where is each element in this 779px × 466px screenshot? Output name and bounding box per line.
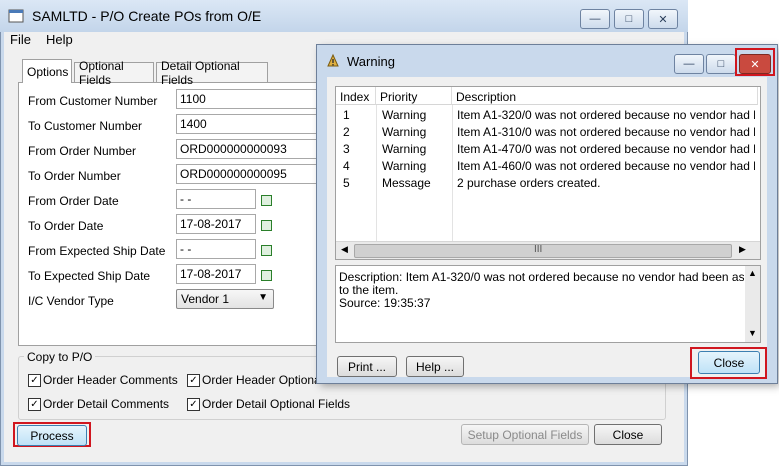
column-header-description[interactable]: Description bbox=[452, 87, 758, 105]
order-header-optional-label: Order Header Optional F bbox=[202, 373, 335, 387]
scroll-grip: III bbox=[534, 244, 543, 255]
close-icon: ✕ bbox=[658, 13, 668, 26]
order-detail-optional-checkbox[interactable]: ✓ bbox=[187, 398, 200, 411]
to-order-date-label: To Order Date bbox=[28, 219, 104, 233]
row-index: 3 bbox=[343, 142, 350, 156]
maximize-button[interactable]: □ bbox=[614, 9, 644, 29]
menu-help[interactable]: Help bbox=[46, 32, 73, 47]
warning-dialog-title: Warning bbox=[347, 54, 395, 69]
to-customer-field[interactable]: 1400 bbox=[176, 114, 326, 134]
maximize-icon: □ bbox=[625, 13, 633, 25]
vendor-type-label: I/C Vendor Type bbox=[28, 294, 114, 308]
maximize-icon: □ bbox=[717, 58, 725, 70]
row-priority: Warning bbox=[382, 142, 427, 156]
order-detail-comments-checkbox[interactable]: ✓ bbox=[28, 398, 41, 411]
row-index: 2 bbox=[343, 125, 350, 139]
from-ship-date-label: From Expected Ship Date bbox=[28, 244, 166, 258]
vendor-type-select[interactable]: Vendor 1 ▼ bbox=[176, 289, 274, 309]
scroll-left-icon[interactable]: ◀ bbox=[341, 244, 348, 255]
row-priority: Message bbox=[382, 176, 431, 190]
column-header-index[interactable]: Index bbox=[336, 87, 376, 105]
print-button[interactable]: Print ... bbox=[337, 356, 397, 377]
to-customer-label: To Customer Number bbox=[28, 119, 143, 133]
horizontal-scrollbar[interactable]: ◀ III ▶ bbox=[336, 241, 760, 259]
table-row[interactable]: 1 Warning Item A1-320/0 was not ordered … bbox=[336, 107, 760, 124]
row-priority: Warning bbox=[382, 159, 427, 173]
to-ship-date-label: To Expected Ship Date bbox=[28, 269, 151, 283]
calendar-icon[interactable] bbox=[261, 220, 272, 231]
order-header-comments-checkbox[interactable]: ✓ bbox=[28, 374, 41, 387]
column-header-priority[interactable]: Priority bbox=[376, 87, 452, 105]
minimize-icon: — bbox=[589, 13, 601, 25]
message-grid[interactable]: Index Priority Description 1 Warning Ite… bbox=[335, 86, 761, 260]
from-order-date-field[interactable]: - - bbox=[176, 189, 256, 209]
setup-optional-fields-button[interactable]: Setup Optional Fields bbox=[461, 424, 589, 445]
vendor-type-value: Vendor 1 bbox=[181, 292, 230, 306]
tab-options[interactable]: Options bbox=[22, 59, 72, 83]
from-order-date-label: From Order Date bbox=[28, 194, 119, 208]
minimize-icon: — bbox=[683, 58, 695, 70]
scroll-right-icon[interactable]: ▶ bbox=[739, 244, 746, 255]
copy-to-po-label: Copy to P/O bbox=[24, 350, 96, 364]
to-order-date-field[interactable]: 17-08-2017 bbox=[176, 214, 256, 234]
calendar-icon[interactable] bbox=[261, 270, 272, 281]
to-order-label: To Order Number bbox=[28, 169, 121, 183]
row-priority: Warning bbox=[382, 108, 427, 122]
order-detail-optional-label: Order Detail Optional Fields bbox=[202, 397, 351, 411]
to-order-field[interactable]: ORD000000000095 bbox=[176, 164, 326, 184]
maximize-button[interactable]: □ bbox=[706, 54, 736, 74]
row-index: 1 bbox=[343, 108, 350, 122]
help-button[interactable]: Help ... bbox=[406, 356, 464, 377]
calendar-icon[interactable] bbox=[261, 245, 272, 256]
from-ship-date-field[interactable]: - - bbox=[176, 239, 256, 259]
scroll-down-icon[interactable]: ▼ bbox=[748, 328, 757, 338]
main-window-title: SAMLTD - P/O Create POs from O/E bbox=[32, 8, 262, 24]
order-detail-comments-label: Order Detail Comments bbox=[43, 397, 170, 411]
highlight-box bbox=[735, 48, 775, 76]
table-row[interactable]: 2 Warning Item A1-310/0 was not ordered … bbox=[336, 124, 760, 141]
tab-detail-optional-fields[interactable]: Detail Optional Fields bbox=[156, 59, 268, 87]
scrollbar-thumb[interactable] bbox=[354, 244, 732, 258]
description-pane: Description: Item A1-320/0 was not order… bbox=[335, 265, 761, 343]
dialog-close-button[interactable]: Close bbox=[698, 351, 760, 374]
from-order-label: From Order Number bbox=[28, 144, 137, 158]
description-text: Description: Item A1-320/0 was not order… bbox=[339, 270, 744, 284]
row-description: Item A1-320/0 was not ordered because no… bbox=[457, 108, 755, 122]
from-order-field[interactable]: ORD000000000093 bbox=[176, 139, 326, 159]
row-description: Item A1-460/0 was not ordered because no… bbox=[457, 159, 755, 173]
minimize-button[interactable]: — bbox=[674, 54, 704, 74]
row-description: 2 purchase orders created. bbox=[457, 176, 601, 190]
order-header-comments-label: Order Header Comments bbox=[43, 373, 178, 387]
row-index: 5 bbox=[343, 176, 350, 190]
scroll-up-icon[interactable]: ▲ bbox=[748, 268, 757, 278]
source-text: Source: 19:35:37 bbox=[339, 296, 431, 310]
to-ship-date-field[interactable]: 17-08-2017 bbox=[176, 264, 256, 284]
order-header-optional-checkbox[interactable]: ✓ bbox=[187, 374, 200, 387]
from-customer-label: From Customer Number bbox=[28, 94, 158, 108]
chevron-down-icon: ▼ bbox=[258, 292, 268, 303]
tab-optional-fields[interactable]: Optional Fields bbox=[74, 59, 154, 87]
row-index: 4 bbox=[343, 159, 350, 173]
minimize-button[interactable]: — bbox=[580, 9, 610, 29]
warning-dialog: Warning — □ ✕ Index Priority Description… bbox=[317, 45, 777, 383]
menu-file[interactable]: File bbox=[10, 32, 31, 47]
calendar-icon[interactable] bbox=[261, 195, 272, 206]
close-window-button[interactable]: ✕ bbox=[648, 9, 678, 29]
vertical-scrollbar[interactable]: ▲ ▼ bbox=[745, 266, 760, 342]
from-customer-field[interactable]: 1100 bbox=[176, 89, 326, 109]
close-button[interactable]: Close bbox=[594, 424, 662, 445]
table-row[interactable]: 5 Message 2 purchase orders created. bbox=[336, 175, 760, 192]
warning-dialog-icon bbox=[325, 53, 341, 69]
row-description: Item A1-470/0 was not ordered because no… bbox=[457, 142, 755, 156]
table-row[interactable]: 4 Warning Item A1-460/0 was not ordered … bbox=[336, 158, 760, 175]
table-row[interactable]: 3 Warning Item A1-470/0 was not ordered … bbox=[336, 141, 760, 158]
app-icon bbox=[8, 9, 24, 23]
process-button[interactable]: Process bbox=[17, 425, 87, 446]
row-priority: Warning bbox=[382, 125, 427, 139]
row-description: Item A1-310/0 was not ordered because no… bbox=[457, 125, 755, 139]
